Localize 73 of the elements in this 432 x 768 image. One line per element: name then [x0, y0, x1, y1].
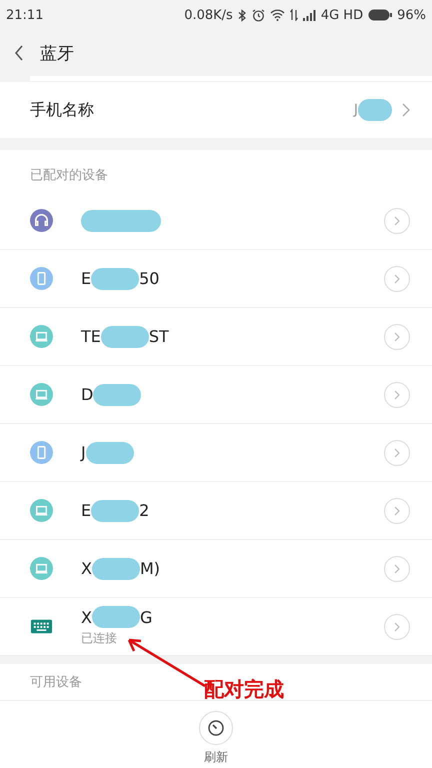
redaction-smudge — [100, 326, 149, 348]
alarm-icon — [252, 8, 265, 22]
chevron-right-icon — [394, 506, 400, 516]
wifi-icon — [270, 9, 285, 21]
detail-button[interactable] — [384, 382, 410, 408]
paired-device-row[interactable]: TE ST — [0, 308, 432, 366]
chevron-right-icon — [394, 390, 400, 400]
refresh-button[interactable] — [199, 711, 233, 745]
data-transfer-icon — [290, 9, 298, 21]
detail-button[interactable] — [384, 498, 410, 524]
device-name-end: M) — [140, 559, 160, 578]
headset-icon — [30, 209, 53, 232]
network-type: 4G HD — [320, 8, 364, 22]
chevron-right-icon — [394, 274, 400, 284]
paired-device-row[interactable] — [0, 192, 432, 250]
chevron-right-icon — [402, 103, 410, 117]
connection-status: 已连接 — [81, 630, 118, 647]
paired-device-row[interactable]: J — [0, 424, 432, 482]
device-name-end: ST — [148, 327, 169, 346]
chevron-right-icon — [394, 332, 400, 342]
paired-device-row[interactable]: E 50 — [0, 250, 432, 308]
chevron-right-icon — [394, 216, 400, 226]
redaction-smudge — [93, 384, 142, 406]
phone-name-row[interactable]: 手机名称 J — [0, 82, 432, 138]
device-name-start: J — [81, 443, 86, 462]
laptop-icon — [30, 557, 53, 580]
gauge-icon — [207, 719, 225, 737]
section-title: 可用设备 — [30, 674, 82, 691]
page-title: 蓝牙 — [40, 42, 74, 64]
annotation-label: 配对完成 — [204, 676, 284, 703]
battery-percent: 96% — [397, 8, 426, 22]
refresh-label: 刷新 — [204, 749, 228, 766]
device-name-start: X — [81, 559, 92, 578]
redaction-smudge — [91, 268, 140, 290]
detail-button[interactable] — [384, 208, 410, 234]
redaction-smudge — [91, 500, 140, 522]
paired-device-row[interactable]: D — [0, 366, 432, 424]
chevron-right-icon — [394, 622, 400, 632]
battery-icon — [368, 9, 392, 21]
redaction-smudge — [92, 558, 140, 580]
redaction-smudge — [86, 442, 134, 464]
device-name-start: X — [81, 608, 92, 626]
detail-button[interactable] — [384, 440, 410, 466]
paired-device-row[interactable]: E 2 — [0, 482, 432, 540]
detail-button[interactable] — [384, 556, 410, 582]
redaction-smudge — [92, 606, 140, 628]
status-time: 21:11 — [6, 8, 44, 22]
device-name-end: 2 — [139, 501, 150, 520]
paired-device-row[interactable]: X G 已连接 — [0, 598, 432, 656]
device-name-end: G — [140, 608, 152, 626]
device-name-start: E — [81, 501, 92, 520]
laptop-icon — [30, 383, 53, 406]
signal-icon — [302, 10, 316, 20]
phone-icon — [30, 441, 53, 464]
section-title: 已配对的设备 — [30, 167, 108, 184]
back-icon[interactable] — [14, 45, 24, 61]
bluetooth-icon — [238, 8, 247, 22]
phone-icon — [30, 267, 53, 290]
phone-name-value: J — [354, 99, 392, 121]
device-name-start: E — [81, 269, 92, 288]
detail-button[interactable] — [384, 324, 410, 350]
device-name-start: TE — [81, 327, 101, 346]
chevron-right-icon — [394, 564, 400, 574]
detail-button[interactable] — [384, 266, 410, 292]
phone-name-label: 手机名称 — [30, 100, 95, 120]
paired-device-row[interactable]: X M) — [0, 540, 432, 598]
laptop-icon — [30, 499, 53, 522]
device-name-start: D — [81, 385, 94, 404]
network-speed: 0.08K/s — [184, 8, 233, 22]
detail-button[interactable] — [384, 614, 410, 640]
device-name-end: 50 — [139, 269, 160, 288]
chevron-right-icon — [394, 448, 400, 458]
laptop-icon — [30, 325, 53, 348]
